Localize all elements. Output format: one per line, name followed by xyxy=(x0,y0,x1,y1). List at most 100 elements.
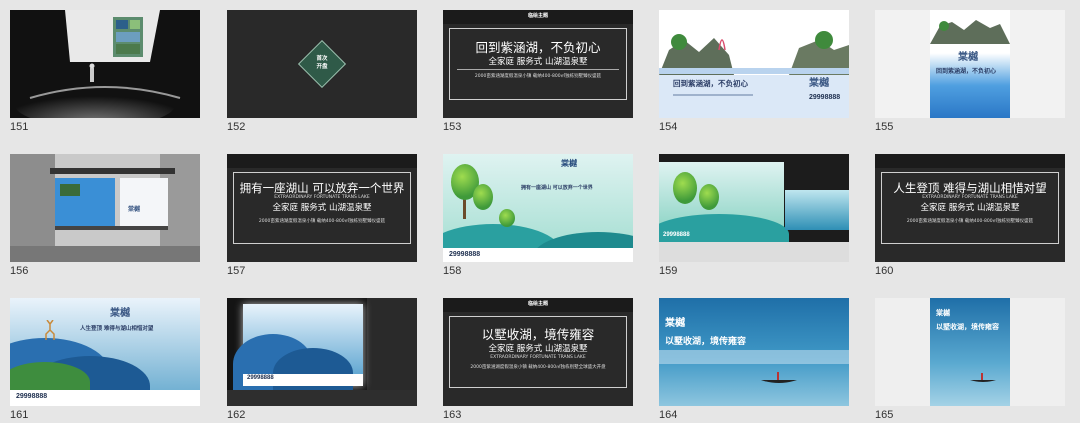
slide-thumbnail[interactable]: 临绘主题 以墅收湖，境传雍容 全家庭 服务式 山湖温泉墅 EXTRAORDINA… xyxy=(443,298,633,406)
slide-156[interactable]: 棠樾 156 xyxy=(10,154,200,280)
brand-logo: 棠樾 xyxy=(561,158,577,168)
boat-icon xyxy=(970,373,996,382)
slide-160[interactable]: 人生登顶 难得与湖山相惜对望 EXTRAORDINARY FORTUNATE T… xyxy=(875,154,1065,280)
slide-165[interactable]: 棠樾 以墅收湖，境传雍容 165 xyxy=(875,298,1065,423)
slide-small-text: 2000亩紫涵湖度假温泉小镇 载纳400-800㎡独栋别墅臻仪盛筵 xyxy=(258,219,386,224)
slide-title: 回到紫涵湖，不负初心 xyxy=(475,40,601,55)
slide-158[interactable]: 棠樾 拥有一座湖山 可以放弃一个世界 29998888 158 xyxy=(443,154,633,280)
bus-stop-photo xyxy=(10,154,200,262)
vertical-poster: 棠樾 以墅收湖，境传雍容 xyxy=(930,298,1010,406)
tree-icon xyxy=(699,184,719,210)
slide-thumbnail[interactable]: 29998888 xyxy=(659,154,849,262)
top-bar-label: 临绘主题 xyxy=(527,301,548,307)
slide-number: 157 xyxy=(227,265,246,277)
slide-subtitle: 全家庭 服务式 山湖温泉墅 xyxy=(488,57,588,67)
slide-number: 161 xyxy=(10,409,29,421)
slide-164[interactable]: 棠樾 以墅收湖，境传雍容 164 xyxy=(659,298,849,423)
slide-number: 151 xyxy=(10,121,29,133)
top-bar-label: 临绘主题 xyxy=(527,13,548,19)
top-bar xyxy=(227,154,417,168)
slide-thumbnail[interactable]: 首次 开盘 xyxy=(227,10,417,118)
stage-photo xyxy=(10,10,200,118)
vertical-poster: 棠樾 回到紫涵湖，不负初心 xyxy=(930,10,1010,118)
slide-thumbnail[interactable]: 拥有一座湖山 可以放弃一个世界 EXTRAORDINARY FORTUNATE … xyxy=(227,154,417,262)
slide-154[interactable]: 回到紫涵湖，不负初心 棠樾 29998888 154 xyxy=(659,10,849,136)
slide-title: 拥有一座湖山 可以放弃一个世界 xyxy=(239,181,405,195)
brand-logo: 棠樾 xyxy=(958,52,978,63)
phone-number: 29998888 xyxy=(16,393,48,400)
rock-landscape xyxy=(659,31,849,75)
phone-number: 29998888 xyxy=(809,94,841,101)
slide-number: 162 xyxy=(227,409,246,421)
slide-thumbnail[interactable]: 29998888 xyxy=(227,298,417,406)
phone-number: 29998888 xyxy=(449,251,481,258)
billboard-left xyxy=(659,162,789,254)
slide-thumbnail[interactable]: 棠樾 以墅收湖，境传雍容 xyxy=(875,298,1065,406)
slide-161[interactable]: 棠樾 人生登顶 难得与湖山相惜对望 29998888 161 xyxy=(10,298,200,423)
slide-subtitle: 全家庭 服务式 山湖温泉墅 xyxy=(920,203,1020,213)
mist xyxy=(659,350,849,364)
phone-number: 29998888 xyxy=(247,375,274,381)
ad-headline: 回到紫涵湖，不负初心 xyxy=(936,68,997,75)
brand-logo: 棠樾 xyxy=(128,206,141,213)
slide-152[interactable]: 首次 开盘 152 xyxy=(227,10,417,136)
billboard-right xyxy=(785,190,849,230)
brand-logo: 棠樾 xyxy=(110,308,130,319)
slide-thumbnail[interactable]: 棠樾 拥有一座湖山 可以放弃一个世界 29998888 xyxy=(443,154,633,262)
slide-thumbnail[interactable] xyxy=(10,10,200,118)
slide-number: 152 xyxy=(227,121,246,133)
slide-number: 154 xyxy=(659,121,678,133)
slide-thumbnail[interactable]: 棠樾 回到紫涵湖，不负初心 xyxy=(875,10,1065,118)
ad-headline: 拥有一座湖山 可以放弃一个世界 xyxy=(521,185,593,191)
ad-headline: 以墅收湖，境传雍容 xyxy=(936,322,999,331)
fine-print xyxy=(673,94,753,96)
slide-number: 159 xyxy=(659,265,678,277)
slide-number: 164 xyxy=(659,409,678,421)
phone-number: 29998888 xyxy=(663,232,690,238)
slide-157[interactable]: 拥有一座湖山 可以放弃一个世界 EXTRAORDINARY FORTUNATE … xyxy=(227,154,417,280)
slide-thumbnail[interactable]: 棠樾 以墅收湖，境传雍容 xyxy=(659,298,849,406)
slide-title: 人生登顶 难得与湖山相惜对望 xyxy=(893,181,1047,195)
slide-thumbnail[interactable]: 人生登顶 难得与湖山相惜对望 EXTRAORDINARY FORTUNATE T… xyxy=(875,154,1065,262)
slide-number: 160 xyxy=(875,265,894,277)
slide-thumbnail[interactable]: 棠樾 xyxy=(10,154,200,262)
slide-thumbnail[interactable]: 临绘主题 回到紫涵湖，不负初心 全家庭 服务式 山湖温泉墅 2000亩紫涵湖度假… xyxy=(443,10,633,118)
slide-number: 165 xyxy=(875,409,894,421)
slide-162[interactable]: 29998888 162 xyxy=(227,298,417,423)
brand-logo: 棠樾 xyxy=(665,318,685,329)
top-bar xyxy=(875,154,1065,168)
slide-number: 155 xyxy=(875,121,894,133)
tree-icon xyxy=(473,184,493,210)
brand-logo: 棠樾 xyxy=(809,78,829,89)
slide-155[interactable]: 棠樾 回到紫涵湖，不负初心 155 xyxy=(875,10,1065,136)
slide-title: 以墅收湖，境传雍容 xyxy=(481,327,595,342)
slide-en-text: EXTRAORDINARY FORTUNATE TRANS LAKE xyxy=(490,355,586,360)
slide-small-text: 2000亩紫涵湖度假温泉小镇 载纳400-800㎡独栋别墅臻仪盛筵 xyxy=(906,219,1034,224)
slide-number: 163 xyxy=(443,409,462,421)
lightbox-poster: 29998888 xyxy=(233,304,363,398)
slide-en-text: EXTRAORDINARY FORTUNATE TRANS LAKE xyxy=(274,195,370,200)
slide-subtitle: 全家庭 服务式 山湖温泉墅 xyxy=(488,344,588,354)
rock-illustration xyxy=(930,20,1010,44)
slide-subtitle: 全家庭 服务式 山湖温泉墅 xyxy=(272,203,372,213)
slide-number: 153 xyxy=(443,121,462,133)
ad-headline: 以墅收湖，境传雍容 xyxy=(665,337,747,347)
brand-logo: 棠樾 xyxy=(936,308,950,317)
slide-thumbnail[interactable]: 回到紫涵湖，不负初心 棠樾 29998888 xyxy=(659,10,849,118)
slide-number: 158 xyxy=(443,265,462,277)
boat-icon xyxy=(761,372,797,383)
slide-163[interactable]: 临绘主题 以墅收湖，境传雍容 全家庭 服务式 山湖温泉墅 EXTRAORDINA… xyxy=(443,298,633,423)
slide-153[interactable]: 临绘主题 回到紫涵湖，不负初心 全家庭 服务式 山湖温泉墅 2000亩紫涵湖度假… xyxy=(443,10,633,136)
slide-number: 156 xyxy=(10,265,29,277)
slide-159[interactable]: 29998888 159 xyxy=(659,154,849,280)
deer-icon xyxy=(45,320,55,340)
slide-small-text: 2000亩紫涵湖度假温泉小镇 载纳400-800㎡独栋别墅臻仪盛筵 xyxy=(474,74,602,79)
slide-151[interactable]: 151 xyxy=(10,10,200,136)
tree-icon xyxy=(673,172,697,204)
slide-en-text: EXTRAORDINARY FORTUNATE TRANS LAKE xyxy=(922,195,1018,200)
street xyxy=(227,390,417,406)
ad-headline: 回到紫涵湖，不负初心 xyxy=(673,79,748,88)
slide-thumbnail[interactable]: 棠樾 人生登顶 难得与湖山相惜对望 29998888 xyxy=(10,298,200,406)
tree-icon xyxy=(499,209,515,227)
ad-headline: 人生登顶 难得与湖山相惜对望 xyxy=(80,326,154,332)
